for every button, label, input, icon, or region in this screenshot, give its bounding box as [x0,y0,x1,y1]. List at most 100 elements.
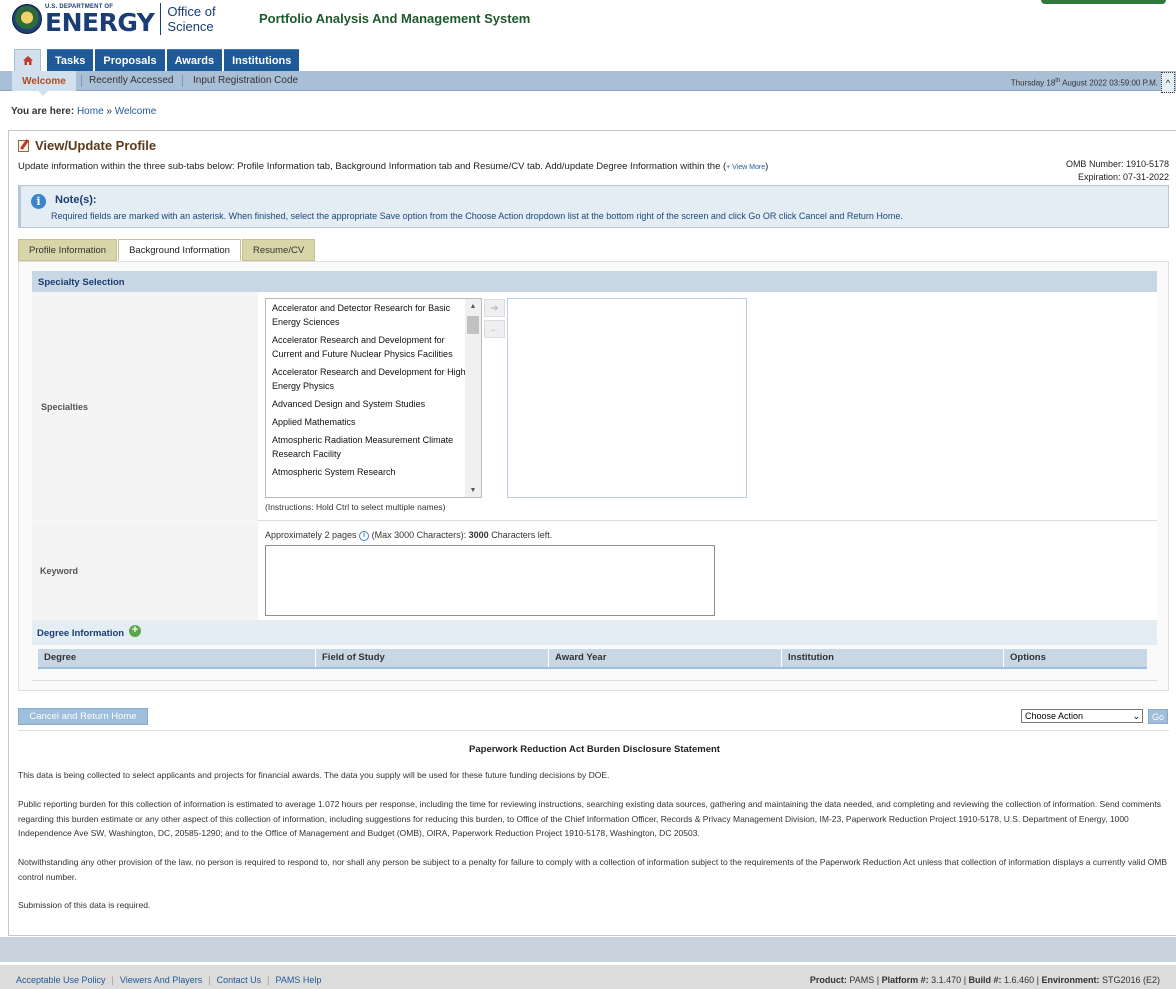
datetime-rest: August 2022 03:59:00 P.M. [1060,78,1158,88]
add-degree-icon[interactable]: + [129,625,141,637]
choose-action-select[interactable]: Choose Action ⌄ [1021,709,1143,723]
footer-link-contact[interactable]: Contact Us [217,975,262,985]
tab-background-information[interactable]: Background Information [118,239,241,261]
degree-section-header [32,620,1157,645]
current-datetime: Thursday 18th August 2022 03:59:00 P.M. [1011,78,1158,88]
subnav-recently-accessed[interactable]: Recently Accessed [89,75,174,86]
header-corner-tab [1041,0,1166,4]
scroll-to-top-icon[interactable]: ^ [1161,72,1175,93]
view-more-link[interactable]: + View More [726,164,765,171]
chevron-down-icon: ⌄ [1132,711,1140,721]
page-description-close: ) [765,161,769,172]
footer-separator: | [208,975,211,985]
footer-separator: | [267,975,270,985]
degree-table-header: Degree Field of Study Award Year Institu… [38,649,1147,669]
move-left-arrow-icon[interactable]: ← [484,320,505,338]
keyword-hint-prefix: Approximately 2 pages [265,530,357,540]
paperwork-paragraph: Public reporting burden for this collect… [18,799,1161,838]
agency-big-text: ENERGY [45,7,155,37]
column-award-year: Award Year [549,649,782,667]
nav-institutions[interactable]: Institutions [224,49,300,71]
scroll-up-arrow-icon[interactable]: ▲ [465,299,481,313]
column-options: Options [1004,649,1147,667]
paperwork-paragraph: Submission of this data is required. [18,900,151,910]
specialty-option[interactable]: Accelerator Research and Development for… [272,365,466,393]
page-description: Update information within the three sub-… [18,161,768,172]
specialty-option[interactable]: Atmospheric System Research [272,465,466,479]
keyword-hint-suffix: Characters left. [491,530,553,540]
move-right-arrow-icon[interactable]: ➔ [484,299,505,317]
subnav-separator [182,75,183,87]
specialties-available-list[interactable]: Accelerator and Detector Research for Ba… [265,298,482,498]
build-value: 1.6.460 [1004,975,1035,985]
specialty-section-header: Specialty Selection [32,271,1157,292]
platform-label: Platform #: [881,975,929,985]
nav-proposals[interactable]: Proposals [95,49,165,71]
build-label: Build #: [968,975,1002,985]
product-label: Product: [809,975,847,985]
nav-home[interactable] [14,49,41,71]
nav-awards[interactable]: Awards [166,49,223,71]
footer-band [0,937,1176,962]
column-institution: Institution [782,649,1004,667]
breadcrumb-home-link[interactable]: Home [77,106,104,117]
scroll-down-arrow-icon[interactable]: ▼ [465,483,481,497]
system-title: Portfolio Analysis And Management System [259,11,531,26]
subnav-input-registration-code[interactable]: Input Registration Code [193,75,298,86]
office-line-1: Office of [167,4,216,19]
info-hint-icon[interactable]: i [359,530,370,541]
datetime-day: Thursday 18 [1010,78,1056,88]
product-value: PAMS [849,975,875,985]
specialty-option[interactable]: Accelerator and Detector Research for Ba… [272,301,466,329]
specialty-option[interactable]: Accelerator Research and Development for… [272,333,466,361]
notes-box: i Note(s): Required fields are marked wi… [18,185,1169,228]
nav-tasks[interactable]: Tasks [47,49,94,71]
specialties-selected-list[interactable] [507,298,747,498]
doe-wordmark: U.S. DEPARTMENT OF ENERGY [45,4,155,37]
environment-label: Environment: [1041,975,1100,985]
specialty-option[interactable]: Atmospheric Radiation Measurement Climat… [272,433,466,461]
doe-seal-icon [12,4,42,34]
degree-information-title: Degree Information [37,628,125,639]
footer-build-info: Product: PAMS | Platform #: 3.1.470 | Bu… [810,975,1160,985]
logo-divider [160,3,162,35]
specialties-label: Specialties [41,402,89,412]
doe-logo[interactable]: U.S. DEPARTMENT OF ENERGY Office of Scie… [12,3,216,35]
subnav-separator [81,75,82,87]
specialties-options: Accelerator and Detector Research for Ba… [266,299,466,483]
subnav-welcome[interactable]: Welcome [12,71,76,91]
keyword-textarea[interactable] [265,545,715,616]
specialty-option[interactable]: Advanced Design and System Studies [272,397,466,411]
scroll-thumb[interactable] [467,316,479,334]
footer-separator: | [111,975,114,985]
degree-table-divider [32,680,1157,681]
footer: Acceptable Use Policy | Viewers And Play… [0,965,1176,989]
profile-tabs: Profile Information Background Informati… [18,239,316,261]
footer-link-viewers[interactable]: Viewers And Players [120,975,202,985]
environment-value: STG2016 (E2) [1101,975,1160,985]
footer-link-help[interactable]: PAMS Help [276,975,322,985]
header: U.S. DEPARTMENT OF ENERGY Office of Scie… [0,0,1176,48]
breadcrumb-current-link[interactable]: Welcome [115,106,157,117]
sub-nav: Welcome Recently Accessed Input Registra… [0,71,1176,91]
footer-links: Acceptable Use Policy | Viewers And Play… [16,975,321,985]
notes-text: Required fields are marked with an aster… [51,211,903,221]
page-heading: View/Update Profile [18,138,156,153]
footer-link-acceptable-use[interactable]: Acceptable Use Policy [16,975,106,985]
keyword-chars-left: 3000 [468,530,489,540]
specialty-option[interactable]: Applied Mathematics [272,415,466,429]
omb-number: OMB Number: 1910-5178 [1065,159,1169,169]
keyword-hint: Approximately 2 pages i (Max 3000 Charac… [265,530,552,541]
active-subnav-pointer [38,91,48,96]
go-button[interactable]: Go [1148,709,1168,724]
paperwork-paragraph: Notwithstanding any other provision of t… [18,857,1168,882]
breadcrumb-label: You are here: [11,106,75,117]
office-line-2: Science [167,19,214,34]
specialties-scrollbar[interactable]: ▲ ▼ [465,299,481,497]
paperwork-paragraph: This data is being collected to select a… [18,770,610,780]
omb-info: OMB Number: 1910-5178 Expiration: 07-31-… [1066,158,1169,184]
tab-resume-cv[interactable]: Resume/CV [241,239,316,261]
tab-profile-information[interactable]: Profile Information [18,239,118,261]
office-of-science: Office of Science [167,4,215,34]
cancel-and-return-home-button[interactable]: Cancel and Return Home [18,708,148,725]
